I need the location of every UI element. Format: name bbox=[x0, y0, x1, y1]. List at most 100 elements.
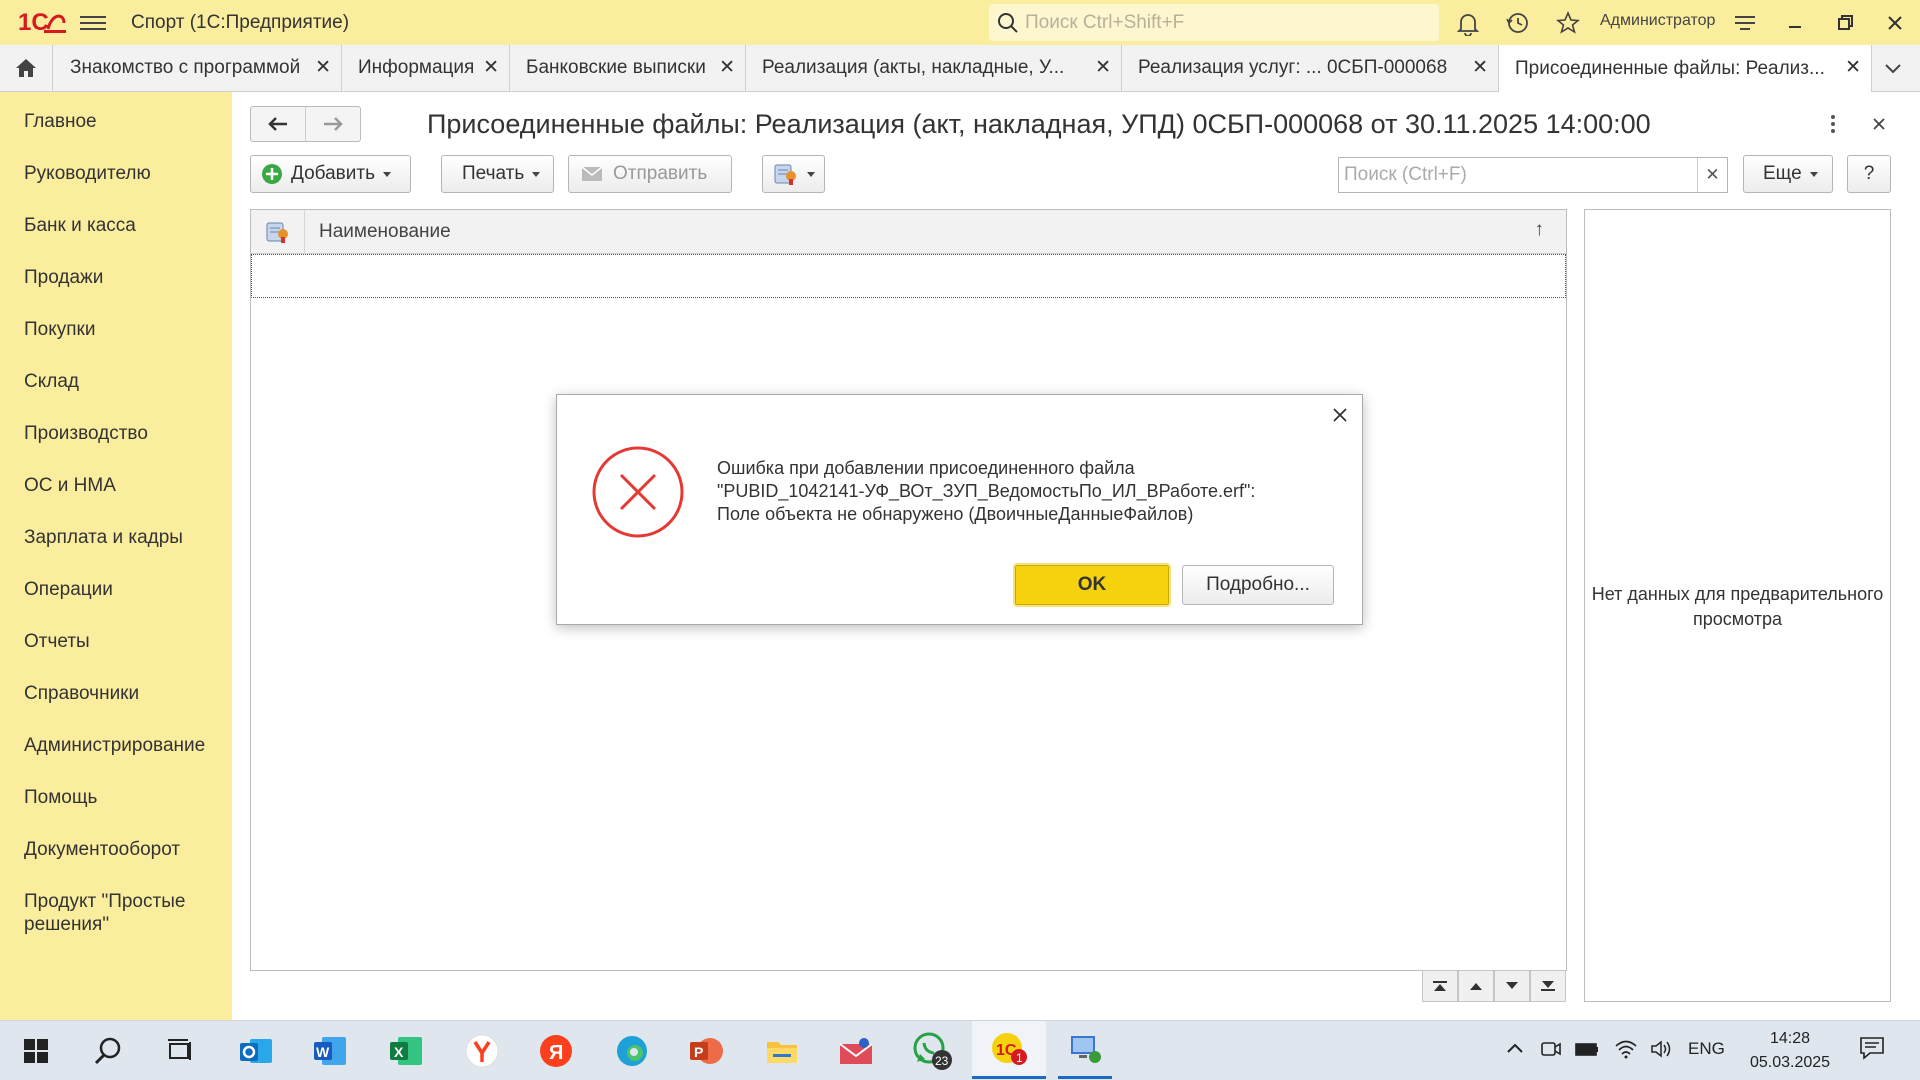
battery-icon[interactable] bbox=[1574, 1039, 1600, 1064]
preview-panel: Нет данных для предварительного просмотр… bbox=[1584, 209, 1891, 1002]
favorites-star-icon[interactable] bbox=[1555, 10, 1581, 36]
notifications-icon[interactable] bbox=[1858, 1035, 1886, 1066]
file-explorer-icon[interactable] bbox=[762, 1031, 802, 1071]
outlook-icon[interactable] bbox=[236, 1031, 276, 1071]
send-button[interactable]: Отправить bbox=[568, 155, 732, 193]
sidebar-item-catalogs[interactable]: Справочники bbox=[24, 682, 139, 705]
tray-overflow-icon[interactable] bbox=[1505, 1039, 1525, 1060]
column-header-name[interactable]: Наименование bbox=[319, 221, 451, 243]
tab-sales-document[interactable]: Реализация услуг: ... 0СБП-000068 ✕ bbox=[1122, 45, 1499, 91]
user-name[interactable]: Администратор bbox=[1600, 12, 1715, 30]
volume-icon[interactable] bbox=[1650, 1039, 1674, 1064]
dropdown-caret-icon bbox=[807, 171, 815, 177]
back-arrow-icon[interactable] bbox=[251, 107, 306, 141]
scroll-to-bottom-icon[interactable] bbox=[1530, 970, 1566, 1002]
wifi-icon[interactable] bbox=[1614, 1039, 1638, 1064]
whatsapp-icon[interactable]: 23 bbox=[912, 1031, 952, 1071]
dropdown-caret-icon bbox=[532, 171, 541, 177]
close-dialog-icon[interactable] bbox=[1330, 405, 1350, 430]
scroll-down-icon[interactable] bbox=[1494, 970, 1530, 1002]
signature-menu-button[interactable] bbox=[762, 155, 825, 193]
close-tab-icon[interactable]: ✕ bbox=[1095, 56, 1111, 79]
send-button-label: Отправить bbox=[613, 163, 708, 184]
forward-arrow-icon[interactable] bbox=[306, 107, 360, 141]
windows-start-icon[interactable] bbox=[16, 1031, 56, 1071]
clear-search-icon[interactable]: ✕ bbox=[1697, 158, 1727, 192]
excel-icon[interactable]: X bbox=[386, 1031, 426, 1071]
sort-ascending-icon[interactable]: ↑ bbox=[1535, 219, 1545, 241]
dropdown-caret-icon bbox=[382, 171, 391, 177]
onec-logo-icon[interactable]: 1С bbox=[18, 9, 66, 35]
tab-bank-statements[interactable]: Банковские выписки ✕ bbox=[510, 45, 746, 91]
tab-sales-list[interactable]: Реализация (акты, накладные, У... ✕ bbox=[746, 45, 1122, 91]
tab-label: Реализация услуг: ... 0СБП-000068 bbox=[1138, 57, 1448, 78]
svg-text:X: X bbox=[394, 1044, 404, 1060]
list-search-input[interactable]: Поиск (Ctrl+F) ✕ bbox=[1338, 157, 1728, 193]
yandex-icon[interactable]: Я bbox=[536, 1031, 576, 1071]
onec-taskbar-button[interactable]: 1С 1 bbox=[972, 1021, 1046, 1079]
close-tab-icon[interactable]: ✕ bbox=[719, 56, 735, 79]
home-tab[interactable] bbox=[0, 45, 53, 91]
powerpoint-icon[interactable]: P bbox=[686, 1031, 726, 1071]
edge-icon[interactable] bbox=[612, 1031, 652, 1071]
system-clock[interactable]: 14:28 05.03.2025 bbox=[1745, 1027, 1835, 1075]
tab-info[interactable]: Информация ✕ bbox=[342, 45, 510, 91]
close-window-icon[interactable] bbox=[1882, 10, 1908, 36]
sidebar-item-assets[interactable]: ОС и НМА bbox=[24, 474, 116, 497]
tab-intro[interactable]: Знакомство с программой ✕ bbox=[54, 45, 342, 91]
sidebar-item-sales[interactable]: Продажи bbox=[24, 266, 103, 289]
title-bar: 1С Спорт (1С:Предприятие) Поиск Ctrl+Shi… bbox=[0, 0, 1920, 45]
help-button[interactable]: ? bbox=[1847, 155, 1891, 193]
close-tab-icon[interactable]: ✕ bbox=[1472, 56, 1488, 79]
close-tab-icon[interactable]: ✕ bbox=[483, 56, 499, 79]
meet-now-icon[interactable] bbox=[1540, 1039, 1562, 1064]
restore-icon[interactable] bbox=[1832, 10, 1858, 36]
history-nav bbox=[250, 106, 361, 142]
close-tab-icon[interactable]: ✕ bbox=[315, 56, 331, 79]
sidebar-item-bank[interactable]: Банк и касса bbox=[24, 214, 136, 237]
details-button[interactable]: Подробно... bbox=[1182, 565, 1334, 605]
sidebar-item-production[interactable]: Производство bbox=[24, 422, 148, 445]
add-button-label: Добавить bbox=[291, 163, 375, 184]
sidebar-item-simple-solutions[interactable]: Продукт "Простые решения" bbox=[24, 890, 214, 936]
main-menu-icon[interactable] bbox=[80, 12, 106, 32]
tab-attached-files[interactable]: Присоединенные файлы: Реализ... ✕ bbox=[1499, 45, 1872, 92]
sidebar-item-operations[interactable]: Операции bbox=[24, 578, 113, 601]
word-icon[interactable]: W bbox=[310, 1031, 350, 1071]
tab-label: Знакомство с программой bbox=[70, 57, 301, 78]
minimize-icon[interactable] bbox=[1782, 10, 1808, 36]
scroll-up-icon[interactable] bbox=[1458, 970, 1494, 1002]
table-row[interactable] bbox=[251, 254, 1566, 298]
sidebar-item-main[interactable]: Главное bbox=[24, 110, 97, 133]
print-button[interactable]: Печать bbox=[441, 155, 554, 193]
sidebar-item-help[interactable]: Помощь bbox=[24, 786, 97, 809]
sidebar-item-warehouse[interactable]: Склад bbox=[24, 370, 79, 393]
task-view-icon[interactable] bbox=[160, 1031, 200, 1071]
tab-label: Присоединенные файлы: Реализ... bbox=[1515, 57, 1825, 79]
sidebar-item-administration[interactable]: Администрирование bbox=[24, 734, 205, 757]
tabs-menu-chevron-icon[interactable] bbox=[1882, 57, 1904, 84]
sidebar-item-purchases[interactable]: Покупки bbox=[24, 318, 95, 341]
add-button[interactable]: Добавить bbox=[250, 155, 411, 193]
sidebar-item-manager[interactable]: Руководителю bbox=[24, 162, 151, 185]
global-search-input[interactable]: Поиск Ctrl+Shift+F bbox=[989, 4, 1439, 41]
input-language[interactable]: ENG bbox=[1688, 1039, 1725, 1059]
sidebar-item-reports[interactable]: Отчеты bbox=[24, 630, 90, 653]
whatsapp-badge: 23 bbox=[935, 1054, 949, 1068]
sidebar-item-payroll[interactable]: Зарплата и кадры bbox=[24, 526, 183, 549]
bell-icon[interactable] bbox=[1455, 10, 1481, 37]
more-button[interactable]: Еще bbox=[1743, 155, 1833, 193]
settings-menu-icon[interactable] bbox=[1732, 10, 1758, 36]
ok-button[interactable]: OK bbox=[1013, 563, 1171, 607]
history-icon[interactable] bbox=[1505, 10, 1531, 36]
remote-desktop-icon[interactable] bbox=[1058, 1021, 1112, 1079]
mail-client-icon[interactable] bbox=[836, 1031, 876, 1071]
close-form-icon[interactable] bbox=[1868, 113, 1890, 140]
close-tab-icon[interactable]: ✕ bbox=[1845, 56, 1861, 79]
yandex-browser-icon[interactable] bbox=[462, 1031, 502, 1071]
form-more-menu-icon[interactable] bbox=[1826, 113, 1840, 140]
sidebar-item-docflow[interactable]: Документооборот bbox=[24, 838, 180, 861]
search-icon[interactable] bbox=[88, 1031, 128, 1071]
error-message-line: "PUBID_1042141-УФ_ВОт_ЗУП_ВедомостьПо_ИЛ… bbox=[717, 481, 1256, 501]
scroll-to-top-icon[interactable] bbox=[1422, 970, 1458, 1002]
